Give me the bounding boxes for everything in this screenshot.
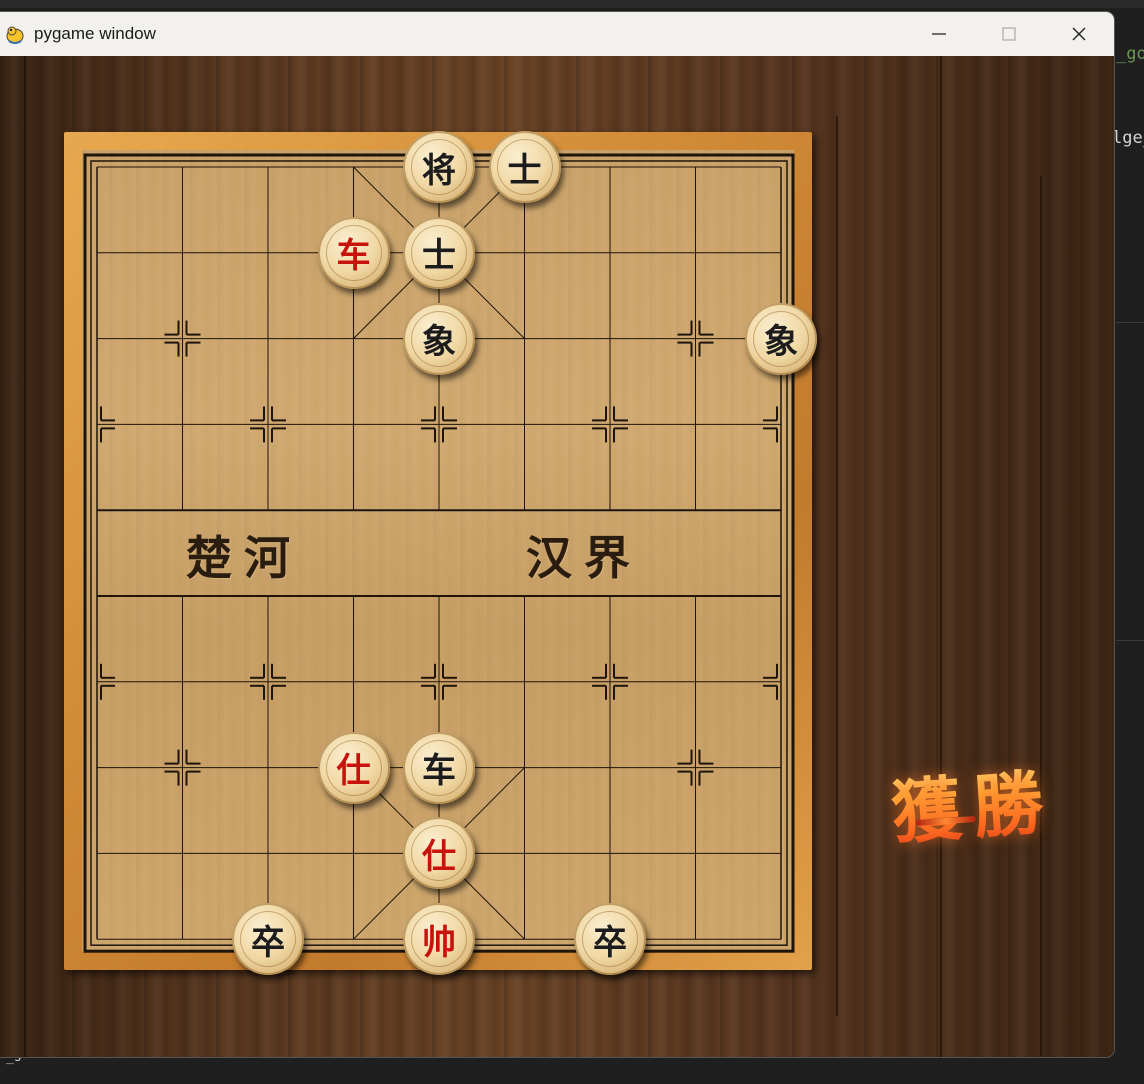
piece-label: 士 <box>422 236 456 277</box>
piece-red[interactable]: 仕 <box>317 731 390 804</box>
piece-red[interactable]: 车 <box>317 216 390 289</box>
piece-black[interactable]: 卒 <box>574 903 646 976</box>
victory-banner: 獲勝 <box>848 742 1098 862</box>
piece-black[interactable]: 象 <box>403 302 475 375</box>
piece-black[interactable]: 车 <box>403 731 475 804</box>
river-label-left: 楚河 <box>186 531 302 585</box>
piece-label: 士 <box>507 150 542 191</box>
piece-label: 车 <box>422 751 456 792</box>
piece-black[interactable]: 士 <box>488 131 561 203</box>
piece-label: 象 <box>764 322 798 363</box>
piece-red[interactable]: 仕 <box>403 817 475 890</box>
piece-black[interactable]: 象 <box>745 302 817 375</box>
piece-label: 象 <box>422 322 456 363</box>
piece-black[interactable]: 卒 <box>232 903 304 976</box>
victory-text: 獲勝 <box>888 746 1059 858</box>
piece-label: 车 <box>336 236 371 277</box>
piece-label: 卒 <box>251 922 285 963</box>
piece-label: 仕 <box>336 751 371 792</box>
piece-black[interactable]: 将 <box>403 131 475 203</box>
river-label-right: 汉界 <box>526 531 642 585</box>
piece-red[interactable]: 帅 <box>403 903 475 976</box>
piece-label: 帅 <box>422 922 456 963</box>
piece-label: 将 <box>422 150 456 191</box>
piece-black[interactable]: 士 <box>403 216 475 289</box>
piece-label: 仕 <box>422 836 456 877</box>
piece-label: 卒 <box>593 922 627 963</box>
